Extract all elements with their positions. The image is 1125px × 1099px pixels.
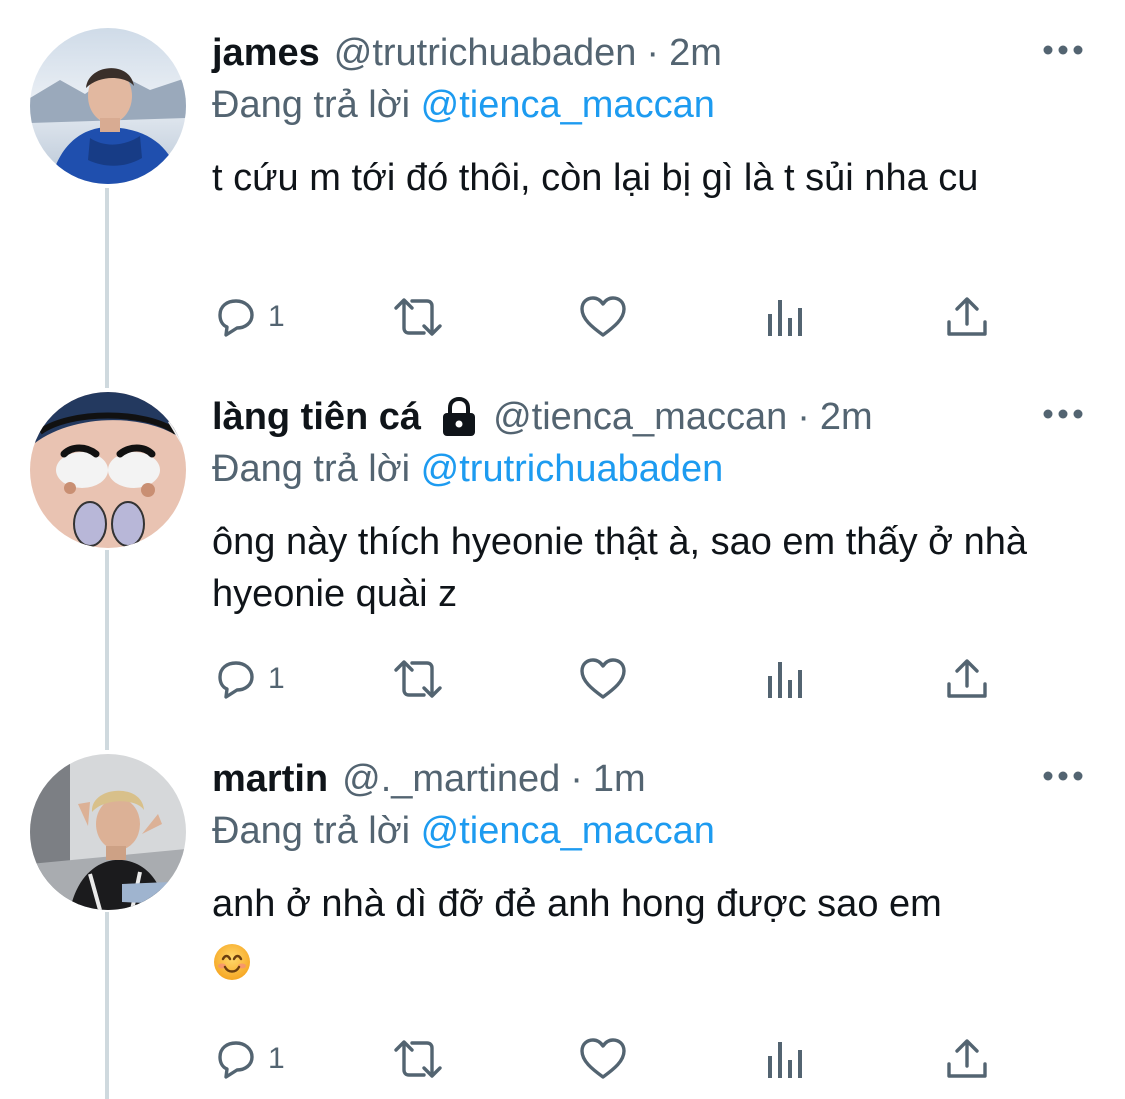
retweet-icon bbox=[394, 660, 442, 698]
like-icon bbox=[580, 1038, 626, 1079]
action-bar: 1 bbox=[212, 1034, 1012, 1084]
analytics-icon bbox=[768, 300, 802, 336]
tweet[interactable]: james @trutrichuabaden · 2m Đang trả lời… bbox=[0, 28, 1125, 358]
retweet-icon bbox=[394, 298, 442, 336]
reply-button[interactable]: 1 bbox=[212, 1034, 285, 1084]
like-button[interactable] bbox=[578, 292, 628, 342]
replying-label: Đang trả lời bbox=[212, 810, 411, 852]
timestamp[interactable]: 2m bbox=[820, 396, 873, 439]
timestamp[interactable]: 2m bbox=[669, 32, 722, 75]
more-icon[interactable] bbox=[1042, 406, 1084, 422]
analytics-icon bbox=[768, 1042, 802, 1078]
replying-to: Đang trả lời @tienca_maccan bbox=[212, 84, 715, 127]
replying-label: Đang trả lời bbox=[212, 84, 411, 126]
separator-dot: · bbox=[570, 757, 583, 800]
analytics-button[interactable] bbox=[764, 654, 808, 704]
mention-link[interactable]: @tienca_maccan bbox=[421, 810, 715, 852]
reply-button[interactable]: 1 bbox=[212, 654, 285, 704]
share-button[interactable] bbox=[944, 1034, 990, 1084]
analytics-button[interactable] bbox=[764, 292, 808, 342]
replying-to: Đang trả lời @trutrichuabaden bbox=[212, 448, 723, 491]
like-icon bbox=[580, 296, 626, 337]
tweet-header: làng tiên cá @tienca_maccan · 2m bbox=[212, 392, 873, 442]
reply-count: 1 bbox=[268, 662, 285, 695]
retweet-button[interactable] bbox=[388, 654, 448, 704]
tweet-text: anh ở nhà dì đỡ đẻ anh hong được sao em bbox=[212, 883, 942, 925]
action-bar: 1 bbox=[212, 292, 1012, 342]
avatar[interactable] bbox=[30, 392, 186, 548]
like-icon bbox=[580, 658, 626, 699]
reply-button[interactable]: 1 bbox=[212, 292, 285, 342]
retweet-button[interactable] bbox=[388, 292, 448, 342]
timestamp[interactable]: 1m bbox=[593, 758, 646, 801]
reply-icon bbox=[218, 1041, 254, 1079]
display-name[interactable]: james bbox=[212, 32, 320, 75]
tweet-text: t cứu m tới đó thôi, còn lại bị gì là t … bbox=[212, 157, 979, 199]
tweet-text: ông này thích hyeonie thật à, sao em thấ… bbox=[212, 521, 1028, 615]
display-name[interactable]: martin bbox=[212, 758, 328, 801]
analytics-button[interactable] bbox=[764, 1034, 808, 1084]
user-handle[interactable]: @tienca_maccan bbox=[493, 396, 787, 439]
avatar[interactable] bbox=[30, 754, 186, 910]
share-icon bbox=[947, 659, 987, 698]
more-icon[interactable] bbox=[1042, 768, 1084, 784]
replying-label: Đang trả lời bbox=[212, 448, 411, 490]
tweet[interactable]: martin @._martined · 1m Đang trả lời @ti… bbox=[0, 754, 1125, 1099]
reply-icon bbox=[218, 661, 254, 699]
avatar[interactable] bbox=[30, 28, 186, 184]
reply-count: 1 bbox=[268, 1042, 285, 1075]
mention-link[interactable]: @tienca_maccan bbox=[421, 84, 715, 126]
share-icon bbox=[947, 297, 987, 336]
retweet-icon bbox=[394, 1040, 442, 1078]
avatar-photo bbox=[30, 28, 186, 184]
tweet-header: martin @._martined · 1m bbox=[212, 754, 646, 804]
smiling-face-emoji-icon bbox=[214, 944, 250, 980]
lock-icon bbox=[443, 396, 476, 436]
retweet-button[interactable] bbox=[388, 1034, 448, 1084]
separator-dot: · bbox=[646, 31, 660, 74]
replying-to: Đang trả lời @tienca_maccan bbox=[212, 810, 715, 853]
tweet[interactable]: làng tiên cá @tienca_maccan · 2m Đang tr… bbox=[0, 392, 1125, 722]
analytics-icon bbox=[768, 662, 802, 698]
tweet-body: anh ở nhà dì đỡ đẻ anh hong được sao em bbox=[212, 878, 1092, 982]
tweet-header: james @trutrichuabaden · 2m bbox=[212, 28, 722, 78]
avatar-photo bbox=[30, 392, 186, 548]
like-button[interactable] bbox=[578, 654, 628, 704]
more-icon[interactable] bbox=[1042, 42, 1084, 58]
share-button[interactable] bbox=[944, 292, 990, 342]
avatar-photo bbox=[30, 754, 186, 910]
share-icon bbox=[947, 1039, 987, 1078]
like-button[interactable] bbox=[578, 1034, 628, 1084]
user-handle[interactable]: @._martined bbox=[342, 758, 560, 801]
user-handle[interactable]: @trutrichuabaden bbox=[334, 32, 637, 75]
share-button[interactable] bbox=[944, 654, 990, 704]
separator-dot: · bbox=[797, 395, 810, 438]
mention-link[interactable]: @trutrichuabaden bbox=[421, 448, 724, 490]
action-bar: 1 bbox=[212, 654, 1012, 704]
display-name[interactable]: làng tiên cá bbox=[212, 396, 421, 439]
reply-count: 1 bbox=[268, 300, 285, 333]
reply-icon bbox=[218, 299, 254, 337]
